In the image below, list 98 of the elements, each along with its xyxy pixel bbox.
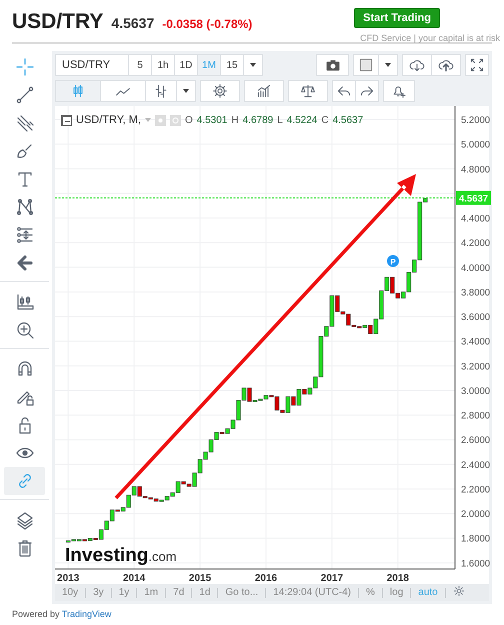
interval-tab[interactable]: 15: [220, 54, 244, 76]
cloud-upload-icon: [438, 57, 454, 73]
y-axis-label: 2.0000: [461, 509, 490, 520]
balance-scale-button[interactable]: [288, 80, 328, 102]
event-marker[interactable]: [387, 255, 399, 267]
tradingview-link[interactable]: TradingView: [62, 609, 112, 619]
price-change: -0.0358 (-0.78%): [162, 17, 252, 31]
camera-icon: [324, 57, 340, 73]
y-axis-label: 4.2000: [461, 238, 490, 250]
crosshair-icon[interactable]: [14, 57, 34, 77]
y-axis-label: 4.0000: [461, 262, 490, 274]
y-axis-label: 3.6000: [461, 312, 490, 324]
caret-icon: [250, 63, 256, 67]
x-axis-label: 2015: [188, 573, 212, 584]
y-axis-label: 3.2000: [461, 361, 490, 372]
indicators-icon: [256, 83, 272, 99]
pattern-icon[interactable]: [14, 197, 34, 217]
y-axis-label: 4.4000: [461, 214, 490, 225]
fullscreen-button[interactable]: [465, 54, 489, 76]
y-axis-label: 1.8000: [461, 534, 490, 545]
y-axis-label: 1.6000: [461, 558, 490, 570]
redo-button[interactable]: [355, 80, 379, 102]
scale-option[interactable]: log: [382, 588, 412, 598]
symbol-field[interactable]: USD/TRY: [55, 54, 129, 76]
go-to-button[interactable]: Go to...: [218, 588, 266, 598]
ohlc-label: L: [277, 114, 283, 126]
settings-icon: [452, 585, 465, 597]
indicators-button[interactable]: [244, 80, 284, 102]
balance-scale-icon: [300, 83, 316, 99]
y-axis-label: 2.8000: [461, 410, 490, 422]
x-axis-label: 2018: [386, 573, 409, 584]
y-axis-label: 3.8000: [461, 287, 490, 298]
range-button[interactable]: 1y: [112, 588, 138, 598]
fullscreen-icon: [469, 57, 485, 73]
ohlc-label: C: [321, 114, 329, 126]
ohlc-value: 4.5224: [286, 114, 318, 126]
price-value: 4.5637: [111, 15, 154, 31]
y-axis-label: 2.2000: [461, 484, 490, 496]
range-button[interactable]: 10y: [55, 588, 86, 598]
pitchfork-icon[interactable]: [14, 113, 34, 133]
cloud-download-icon: [409, 57, 425, 73]
y-axis-label: 4.8000: [461, 164, 490, 176]
interval-tab[interactable]: 1D: [174, 54, 198, 76]
clock-time: 14:29:04 (UTC-4): [266, 588, 360, 598]
last-price-label: 4.5637: [456, 190, 491, 205]
dropdown-button[interactable]: [243, 54, 263, 76]
range-button[interactable]: 3y: [86, 588, 112, 598]
ohlc-label: O: [185, 114, 193, 126]
ohlc-value: 4.5301: [196, 114, 228, 126]
cloud-upload-button[interactable]: [431, 54, 461, 76]
start-trading-button[interactable]: Start Trading: [354, 8, 440, 28]
interval-tab[interactable]: 1h: [151, 54, 175, 76]
undo-button[interactable]: [332, 80, 356, 102]
color-swatch-button[interactable]: [353, 54, 379, 76]
caret-icon: [385, 63, 391, 67]
y-axis-label: 3.0000: [461, 386, 490, 397]
collapse-button[interactable]: [61, 114, 72, 126]
alert-bell-button[interactable]: [383, 80, 415, 102]
event-marker-label: P: [390, 258, 396, 266]
ohlc-label: H: [231, 114, 239, 126]
cloud-download-button[interactable]: [402, 54, 432, 76]
candle-ruler-icon[interactable]: [14, 292, 34, 312]
risk-disclaimer: CFD Service | your capital is at risk: [360, 33, 500, 43]
camera-button[interactable]: [316, 54, 349, 76]
zoom-in-icon[interactable]: [14, 320, 34, 340]
ohlc-value: 4.5637: [332, 114, 364, 126]
x-axis-label: 2016: [254, 573, 278, 584]
scale-option[interactable]: auto: [411, 588, 446, 598]
range-button[interactable]: 1m: [137, 588, 166, 598]
powered-by-text: Powered by TradingView: [12, 609, 112, 619]
symbol-title: USD/TRY: [12, 10, 104, 34]
x-axis-label: 2017: [320, 573, 344, 584]
watermark-logo: Investing.com: [65, 545, 177, 566]
measure-icon[interactable]: [14, 225, 34, 245]
chart-type-button[interactable]: [145, 80, 177, 102]
settings-icon: [212, 83, 228, 99]
interval-tab[interactable]: 1M: [197, 54, 221, 76]
trend-line-icon[interactable]: [14, 85, 34, 105]
dropdown-button[interactable]: [176, 80, 196, 102]
range-button[interactable]: 7d: [166, 588, 192, 598]
y-axis-label: 2.6000: [461, 435, 490, 446]
y-axis-label: 5.0000: [461, 140, 490, 151]
x-axis-label: 2013: [57, 573, 80, 584]
x-axis-label: 2014: [123, 573, 146, 584]
y-axis-label: 5.2000: [461, 115, 490, 126]
range-button[interactable]: 1d: [192, 588, 218, 598]
interval-tab[interactable]: 5: [128, 54, 152, 76]
bars-icon: [153, 83, 169, 99]
layers-icon[interactable]: [14, 510, 34, 530]
ohlc-value: 4.6789: [242, 114, 274, 126]
y-axis-label: 2.4000: [461, 460, 490, 471]
caret-icon: [183, 89, 189, 93]
dropdown-button[interactable]: [378, 54, 398, 76]
settings-button[interactable]: [200, 80, 240, 102]
scale-option[interactable]: %: [359, 588, 383, 598]
y-axis-label: 3.4000: [461, 336, 490, 348]
color-swatch-icon: [358, 57, 374, 73]
series-title: USD/TRY, M,: [76, 114, 141, 126]
